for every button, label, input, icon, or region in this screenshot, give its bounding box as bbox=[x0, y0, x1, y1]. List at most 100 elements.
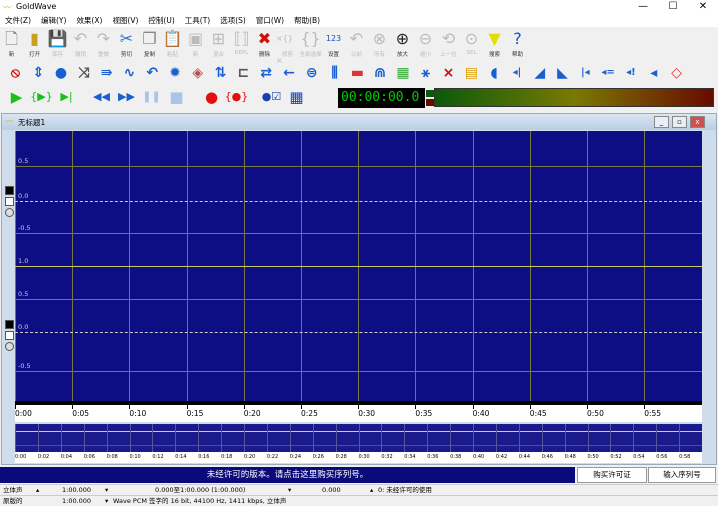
app-title: GoldWave bbox=[16, 2, 56, 11]
channel-radio-left[interactable] bbox=[5, 208, 14, 217]
expand-icon[interactable]: ⇕ bbox=[27, 62, 50, 84]
minimize-button[interactable]: — bbox=[628, 0, 658, 14]
trim-button[interactable]: ×{}×修剪 bbox=[276, 28, 299, 61]
invert-icon[interactable]: ⇄ bbox=[255, 62, 278, 84]
stop-effect-icon[interactable]: ⦸ bbox=[4, 62, 27, 84]
save-button[interactable]: 💾保存 bbox=[46, 28, 69, 61]
record-button[interactable]: ● bbox=[199, 86, 224, 108]
compressor-icon[interactable]: ⇛ bbox=[95, 62, 118, 84]
zoom-previous-button[interactable]: ⟲上一位 bbox=[437, 28, 460, 61]
doppler-icon[interactable]: ∿ bbox=[118, 62, 141, 84]
spectrum-filter-icon[interactable]: ▬ bbox=[346, 62, 369, 84]
flanger-icon[interactable]: ◈ bbox=[186, 62, 209, 84]
rewind-button[interactable]: ◀◀ bbox=[89, 86, 114, 108]
open-folder-button[interactable]: ▮打开 bbox=[23, 28, 46, 61]
zoom-selection-button[interactable]: ⊙SEL bbox=[460, 28, 483, 61]
set-selection-button[interactable]: 123设置 bbox=[322, 28, 345, 61]
buy-license-button[interactable]: 购买许可证 bbox=[577, 467, 647, 483]
overview-grid-line bbox=[588, 424, 589, 452]
dynamics-icon[interactable]: ⊏ bbox=[232, 62, 255, 84]
fade-icon[interactable]: ⊜ bbox=[300, 62, 323, 84]
control-properties-button[interactable]: ●☑ bbox=[259, 86, 284, 108]
doc-close-button[interactable]: x bbox=[690, 116, 705, 128]
channel-radio-right[interactable] bbox=[5, 342, 14, 351]
speaker-icon[interactable]: ◖ bbox=[483, 62, 506, 84]
menu-item[interactable]: 文件(Z) bbox=[0, 14, 36, 27]
new-file-button[interactable]: 🗋新 bbox=[0, 28, 23, 61]
channel-checkbox-left[interactable] bbox=[5, 197, 14, 206]
pitch-icon[interactable]: ⇅ bbox=[209, 62, 232, 84]
reverse-icon[interactable]: ↶ bbox=[141, 62, 164, 84]
doc-minimize-button[interactable]: _ bbox=[654, 116, 669, 128]
volume-equal-icon[interactable]: ◂= bbox=[597, 62, 620, 84]
paste-new-button[interactable]: ▣新 bbox=[184, 28, 207, 61]
channels-status[interactable]: 立体声 bbox=[3, 485, 23, 495]
channel-checkbox-right[interactable] bbox=[5, 331, 14, 340]
main-toolbar: 🗋新▮打开💾保存↶撤销↷重做✂剪切❐复制📋粘贴▣新⊞混合⟦⟧REPL✖删除×{}… bbox=[0, 28, 529, 61]
menu-item[interactable]: 窗口(W) bbox=[251, 14, 289, 27]
maximize-button[interactable]: ☐ bbox=[658, 0, 688, 14]
menu-item[interactable]: 选项(S) bbox=[215, 14, 251, 27]
echo-icon[interactable]: ● bbox=[50, 62, 73, 84]
channel-swap-icon[interactable]: ⤨ bbox=[72, 62, 95, 84]
play-selection-button[interactable]: {▶} bbox=[29, 86, 54, 108]
doc-restore-button[interactable]: ▫ bbox=[672, 116, 687, 128]
copy-button[interactable]: ❐复制 bbox=[138, 28, 161, 61]
play-button[interactable]: ▶ bbox=[4, 86, 29, 108]
maximize-volume-icon[interactable]: ◂! bbox=[620, 62, 643, 84]
overview-grid-line bbox=[565, 424, 566, 452]
spectrum-icon[interactable]: ▤ bbox=[460, 62, 483, 84]
window-properties-button[interactable]: ▦ bbox=[284, 86, 309, 108]
pause-button[interactable]: ❚❚ bbox=[139, 86, 164, 108]
menu-item[interactable]: 视图(V) bbox=[107, 14, 143, 27]
help-button[interactable]: ?帮助 bbox=[506, 28, 529, 61]
volume-match-icon[interactable]: |◂ bbox=[574, 62, 597, 84]
equalizer-icon[interactable]: ⫼ bbox=[323, 62, 346, 84]
noise-reduction-icon[interactable]: ▦ bbox=[392, 62, 415, 84]
overview-ruler-label: 0:06 bbox=[84, 454, 95, 460]
enter-serial-button[interactable]: 输入序列号 bbox=[648, 467, 716, 483]
undo-button[interactable]: ↶撤销 bbox=[69, 28, 92, 61]
silence-icon[interactable]: ⚹ bbox=[414, 62, 437, 84]
unregistered-banner[interactable]: 未经许可的版本。请点击这里购买序列号。 bbox=[0, 467, 575, 483]
more-icon[interactable]: ◇ bbox=[665, 62, 688, 84]
toolbar-label: 设置 bbox=[328, 50, 339, 58]
fade-out-icon[interactable]: ◣ bbox=[551, 62, 574, 84]
filter-icon[interactable]: ✹ bbox=[164, 62, 187, 84]
reverb-icon[interactable]: ⋒ bbox=[369, 62, 392, 84]
zoom-out-button[interactable]: ⊖缩小 bbox=[414, 28, 437, 61]
play-to-end-button[interactable]: ▶| bbox=[54, 86, 79, 108]
redo-button[interactable]: ↷重做 bbox=[92, 28, 115, 61]
stop-button[interactable]: ■ bbox=[164, 86, 189, 108]
fast-forward-button[interactable]: ▶▶ bbox=[114, 86, 139, 108]
open-folder-icon: ▮ bbox=[30, 28, 39, 50]
close-button[interactable]: ✕ bbox=[688, 0, 718, 14]
mix-button[interactable]: ⊞混合 bbox=[207, 28, 230, 61]
menu-item[interactable]: 工具(T) bbox=[180, 14, 215, 27]
volume-key-icon[interactable]: ◂ bbox=[642, 62, 665, 84]
channel-select-icon[interactable] bbox=[5, 186, 14, 195]
channel-select-icon[interactable] bbox=[5, 320, 14, 329]
menu-item[interactable]: 编辑(Y) bbox=[36, 14, 71, 27]
remove-silence-icon[interactable]: ⨯ bbox=[437, 62, 460, 84]
fade-in-icon[interactable]: ◢ bbox=[528, 62, 551, 84]
menu-item[interactable]: 帮助(B) bbox=[289, 14, 325, 27]
scissors-button[interactable]: ✂剪切 bbox=[115, 28, 138, 61]
search-triangle-button[interactable]: ▼搜索 bbox=[483, 28, 506, 61]
volume-shape-icon[interactable]: ◂| bbox=[506, 62, 529, 84]
menu-item[interactable]: 控制(U) bbox=[143, 14, 179, 27]
zoom-all-button[interactable]: ⊗所有 bbox=[368, 28, 391, 61]
previous-selection-button[interactable]: ↶以前 bbox=[345, 28, 368, 61]
delete-button[interactable]: ✖删除 bbox=[253, 28, 276, 61]
zoom-in-button[interactable]: ⊕放大 bbox=[391, 28, 414, 61]
waveform-display[interactable]: 0.50.0-0.51.00.50.0-0.5 bbox=[15, 131, 702, 401]
menu-item[interactable]: 效果(X) bbox=[71, 14, 107, 27]
mix-icon: ⊞ bbox=[212, 28, 225, 50]
offset-icon[interactable]: ← bbox=[278, 62, 301, 84]
select-all-button[interactable]: {}全部选择 bbox=[299, 28, 322, 61]
record-selection-button[interactable]: {●} bbox=[224, 86, 249, 108]
overview-display[interactable] bbox=[15, 424, 702, 452]
replace-button[interactable]: ⟦⟧REPL bbox=[230, 28, 253, 61]
overview-ruler-label: 0:22 bbox=[267, 454, 278, 460]
paste-button[interactable]: 📋粘贴 bbox=[161, 28, 184, 61]
